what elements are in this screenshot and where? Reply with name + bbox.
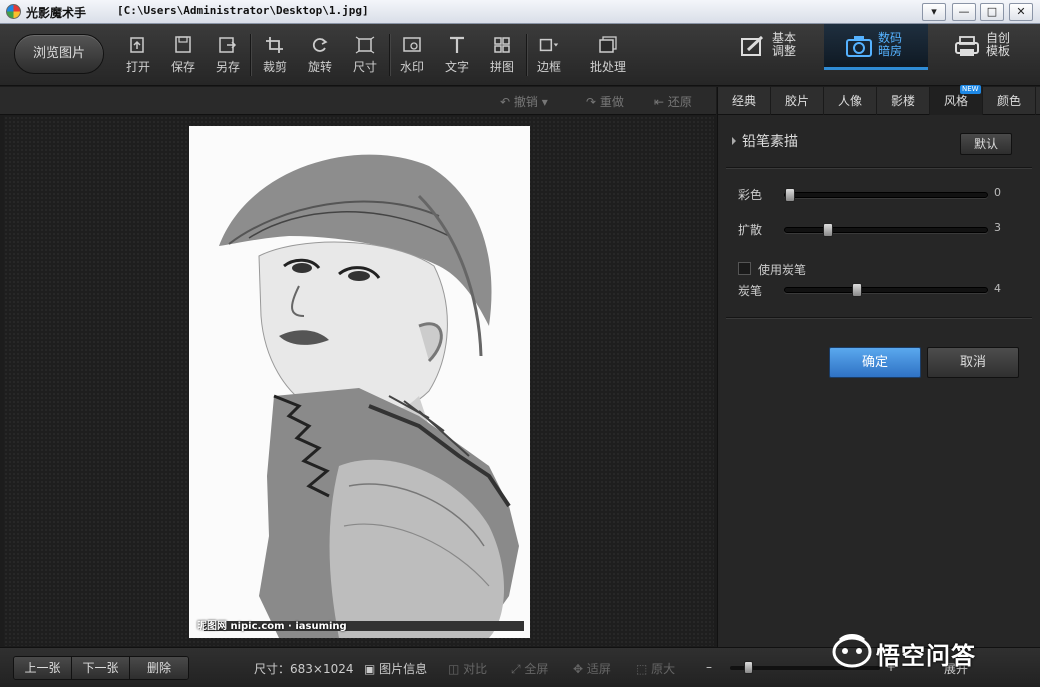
border-button[interactable]: 边框 [527, 34, 571, 82]
batch-button[interactable]: 批处理 [586, 34, 630, 82]
image-size: 尺寸：683×1024 [254, 662, 354, 676]
rotate-icon [312, 38, 328, 52]
menu-dropdown-button[interactable]: ▾ [922, 3, 946, 21]
open-icon [130, 37, 144, 53]
file-path: [C:\Users\Administrator\Desktop\1.jpg] [117, 4, 369, 17]
history-bar: ↶ 撤销 ▾ ↷ 重做 ⇤ 还原 [0, 87, 716, 115]
photo-preview[interactable]: 昵图网 nipic.com · iasuming [189, 126, 530, 638]
slider-charcoal[interactable] [784, 283, 988, 297]
text-icon [450, 36, 464, 53]
tab-style[interactable]: 风格 NEW [930, 85, 983, 115]
slider-thumb[interactable] [823, 223, 833, 237]
slider-value-charcoal: 4 [994, 282, 1001, 295]
navigation-group: 上一张 下一张 删除 [13, 656, 189, 680]
tab-studio[interactable]: 影楼 [877, 87, 930, 115]
wukong-logo-icon [832, 634, 872, 668]
redo-button[interactable]: ↷ 重做 [586, 93, 624, 110]
watermark-button[interactable]: 水印 [390, 34, 434, 82]
slider-thumb[interactable] [785, 188, 795, 202]
slider-thumb[interactable] [852, 283, 862, 297]
batch-icon [599, 36, 617, 53]
restore-button[interactable]: ⇤ 还原 [654, 93, 692, 110]
open-button[interactable]: 打开 [116, 34, 160, 82]
maximize-button[interactable]: □ [980, 3, 1004, 21]
crop-button[interactable]: 裁剪 [253, 34, 297, 82]
tab-film[interactable]: 胶片 [771, 87, 824, 115]
undo-button[interactable]: ↶ 撤销 ▾ [500, 93, 548, 110]
cancel-button[interactable]: 取消 [927, 347, 1019, 378]
rotate-button[interactable]: 旋转 [298, 34, 342, 82]
save-button[interactable]: 保存 [161, 34, 205, 82]
use-charcoal-label: 使用炭笔 [758, 263, 807, 277]
collage-button[interactable]: 拼图 [480, 34, 524, 82]
save-as-icon [219, 37, 237, 53]
resize-icon [355, 36, 375, 54]
browse-images-button[interactable]: 浏览图片 [14, 34, 104, 74]
expand-arrow-icon [732, 137, 736, 145]
template-icon [955, 36, 979, 56]
use-charcoal-checkbox[interactable] [738, 262, 751, 275]
confirm-button[interactable]: 确定 [829, 347, 921, 378]
slider-label-color: 彩色 [738, 188, 763, 202]
sketch-image [189, 126, 530, 638]
watermark-icon [403, 37, 421, 52]
tab-portrait[interactable]: 人像 [824, 87, 877, 115]
collage-icon [494, 37, 510, 53]
tab-classic[interactable]: 经典 [718, 87, 771, 115]
slider-diffuse[interactable] [784, 223, 988, 237]
title-bar: 光影魔术手 [C:\Users\Administrator\Desktop\1.… [0, 0, 1040, 24]
default-button[interactable]: 默认 [960, 133, 1012, 155]
save-icon [175, 36, 191, 53]
crop-icon [266, 37, 283, 53]
fit-screen-button[interactable]: ✥ 适屏 [573, 660, 611, 677]
text-button[interactable]: 文字 [435, 34, 479, 82]
app-title: 光影魔术手 [26, 6, 87, 20]
fullscreen-button[interactable]: ⤢ 全屏 [511, 660, 548, 677]
previous-image-button[interactable]: 上一张 [14, 657, 72, 679]
slider-color[interactable] [784, 188, 988, 202]
image-info-button[interactable]: ▣ 图片信息 [364, 660, 427, 677]
camera-icon [846, 36, 872, 57]
save-as-button[interactable]: 另存 [206, 34, 250, 82]
border-icon [539, 38, 559, 52]
zoom-out-button[interactable]: – [706, 660, 712, 674]
slider-value-diffuse: 3 [994, 221, 1001, 234]
basic-adjust-icon [741, 35, 764, 56]
zoom-thumb[interactable] [744, 661, 753, 674]
effect-title: 铅笔素描 [742, 134, 798, 150]
slider-label-charcoal: 炭笔 [738, 284, 763, 298]
next-image-button[interactable]: 下一张 [72, 657, 130, 679]
effects-panel: 经典 胶片 人像 影楼 风格 NEW 颜色 铅笔素描 默认 彩色 0 扩散 3 … [717, 85, 1040, 647]
app-logo-icon [6, 4, 21, 19]
wukong-logo: 悟空问答 [830, 632, 1030, 672]
original-size-button[interactable]: ⬚ 原大 [636, 660, 675, 677]
resize-button[interactable]: 尺寸 [343, 34, 387, 82]
mode-digital-darkroom-tab[interactable]: 数码 暗房 [824, 24, 928, 70]
slider-value-color: 0 [994, 186, 1001, 199]
tab-color[interactable]: 颜色 [983, 87, 1036, 115]
minimize-button[interactable]: — [952, 3, 976, 21]
compare-button[interactable]: ◫ 对比 [448, 660, 487, 677]
mode-basic-adjust-tab[interactable]: 基本 调整 [718, 24, 822, 70]
new-badge: NEW [960, 85, 981, 94]
mode-custom-template-tab[interactable]: 自创 模板 [932, 24, 1036, 70]
style-tabs: 经典 胶片 人像 影楼 风格 NEW 颜色 [718, 85, 1040, 115]
slider-label-diffuse: 扩散 [738, 223, 763, 237]
image-watermark: 昵图网 nipic.com · iasuming [197, 621, 347, 632]
delete-button[interactable]: 删除 [130, 657, 188, 679]
close-button[interactable]: ✕ [1009, 3, 1033, 21]
